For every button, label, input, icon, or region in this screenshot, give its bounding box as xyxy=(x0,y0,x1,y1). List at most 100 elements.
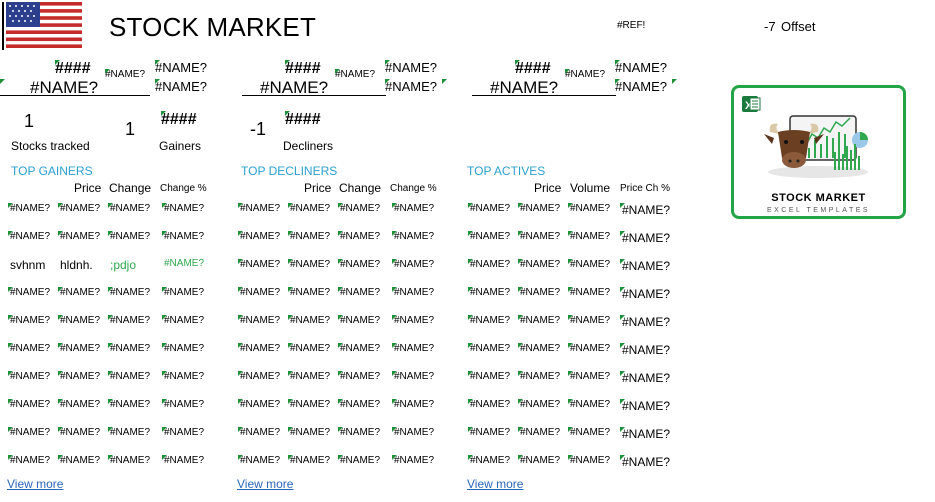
actives-view-more-link[interactable]: View more xyxy=(467,477,523,491)
actives-cell-r1-c1: #NAME? xyxy=(468,203,511,214)
actives-cell-r6-c4: #NAME? xyxy=(620,343,671,357)
cell-cursor xyxy=(2,2,4,50)
decliners-cell-r7-c3: #NAME? xyxy=(338,371,381,382)
ref-error: #REF! xyxy=(617,20,646,31)
index-change-2: #NAME? xyxy=(335,69,376,80)
gainers-cell-r6-c3: #NAME? xyxy=(108,343,151,354)
actives-cell-r4-c1: #NAME? xyxy=(468,287,511,298)
decliners-view-more-link[interactable]: View more xyxy=(237,477,293,491)
index-value-top-1: #NAME? xyxy=(155,60,208,75)
gainers-cell-r10-c3: #NAME? xyxy=(108,455,151,466)
page-title: STOCK MARKET xyxy=(109,12,317,42)
gainers-cell-r2-c3: #NAME? xyxy=(108,231,151,242)
decliners-cell-r3-c3: #NAME? xyxy=(338,259,381,270)
decliners-cell-r8-c4: #NAME? xyxy=(392,399,435,410)
actives-cell-r6-c1: #NAME? xyxy=(468,343,511,354)
decliners-cell-r9-c2: #NAME? xyxy=(288,427,331,438)
decliners-cell-r3-c4: #NAME? xyxy=(392,259,435,270)
index-value-bottom-1: #NAME? xyxy=(155,79,208,94)
decliners-header-change: Change xyxy=(339,181,382,195)
decliners-cell-r5-c1: #NAME? xyxy=(238,315,281,326)
actives-cell-r2-c2: #NAME? xyxy=(518,231,561,242)
decliners-cell-r1-c1: #NAME? xyxy=(238,203,281,214)
decliners-header-change-pct: Change % xyxy=(390,183,437,194)
actives-cell-r9-c1: #NAME? xyxy=(468,427,511,438)
gainers-cell-r10-c2: #NAME? xyxy=(58,455,101,466)
gainers-label: Gainers xyxy=(159,139,202,153)
actives-cell-r8-c4: #NAME? xyxy=(620,399,671,413)
decliners-label: Decliners xyxy=(283,139,334,153)
gainers-cell-r1-c3: #NAME? xyxy=(108,203,151,214)
gainers-cell-r4-c4: #NAME? xyxy=(162,287,205,298)
actives-header-volume: Volume xyxy=(570,181,611,195)
actives-cell-r8-c3: #NAME? xyxy=(568,399,611,410)
decliners-cell-r2-c3: #NAME? xyxy=(338,231,381,242)
gainers-cell-r1-c2: #NAME? xyxy=(58,203,101,214)
decliners-cell-r10-c4: #NAME? xyxy=(392,455,435,466)
actives-cell-r10-c1: #NAME? xyxy=(468,455,511,466)
actives-cell-r10-c4: #NAME? xyxy=(620,455,671,469)
actives-cell-r2-c3: #NAME? xyxy=(568,231,611,242)
index-hash-2: #### xyxy=(285,60,321,77)
decliners-cell-r9-c1: #NAME? xyxy=(238,427,281,438)
decliners-cell-r6-c2: #NAME? xyxy=(288,343,331,354)
gainers-cell-r2-c2: #NAME? xyxy=(58,231,101,242)
actives-cell-r5-c1: #NAME? xyxy=(468,315,511,326)
template-logo-card[interactable]: X STOCK MARKET EXCEL TEMPLATES xyxy=(731,85,906,219)
decliners-cell-r6-c1: #NAME? xyxy=(238,343,281,354)
decliners-cell-r3-c2: #NAME? xyxy=(288,259,331,270)
decliners-cell-r7-c1: #NAME? xyxy=(238,371,281,382)
gainers-cell-r6-c1: #NAME? xyxy=(8,343,51,354)
actives-cell-r2-c1: #NAME? xyxy=(468,231,511,242)
decliners-cell-r6-c3: #NAME? xyxy=(338,343,381,354)
gainers-cell-r6-c4: #NAME? xyxy=(162,343,205,354)
index-hash-3: #### xyxy=(515,60,551,77)
logo-subtitle: EXCEL TEMPLATES xyxy=(766,207,871,214)
decliners-cell-r8-c1: #NAME? xyxy=(238,399,281,410)
decliners-cell-r1-c3: #NAME? xyxy=(338,203,381,214)
gainers-view-more-link[interactable]: View more xyxy=(7,477,63,491)
actives-cell-r6-c3: #NAME? xyxy=(568,343,611,354)
gainers-cell-r5-c2: #NAME? xyxy=(58,315,101,326)
gainers-value: 1 xyxy=(125,119,136,139)
decliners-cell-r8-c3: #NAME? xyxy=(338,399,381,410)
decliners-cell-r5-c4: #NAME? xyxy=(392,315,435,326)
gainers-cell-r7-c3: #NAME? xyxy=(108,371,151,382)
gainers-header-change-pct: Change % xyxy=(160,183,207,194)
actives-cell-r5-c2: #NAME? xyxy=(518,315,561,326)
cell-comment-marker xyxy=(442,79,448,85)
decliners-cell-r10-c1: #NAME? xyxy=(238,455,281,466)
stocks-tracked-label: Stocks tracked xyxy=(11,139,90,153)
actives-cell-r1-c2: #NAME? xyxy=(518,203,561,214)
actives-cell-r2-c4: #NAME? xyxy=(620,231,671,245)
decliners-cell-r9-c4: #NAME? xyxy=(392,427,435,438)
stocks-tracked-value: 1 xyxy=(24,111,35,131)
actives-cell-r4-c3: #NAME? xyxy=(568,287,611,298)
actives-cell-r7-c1: #NAME? xyxy=(468,371,511,382)
offset-label: Offset xyxy=(781,19,816,34)
top-gainers-title: TOP GAINERS xyxy=(11,164,93,178)
decliners-cell-r4-c2: #NAME? xyxy=(288,287,331,298)
bull-chart-illustration-icon: X xyxy=(742,96,868,178)
actives-cell-r3-c2: #NAME? xyxy=(518,259,561,270)
gainers-cell-r1-c1: #NAME? xyxy=(8,203,51,214)
gainers-cell-r5-c1: #NAME? xyxy=(8,315,51,326)
gainers-cell-r4-c3: #NAME? xyxy=(108,287,151,298)
gainers-cell-r4-c2: #NAME? xyxy=(58,287,101,298)
gainers-cell-r8-c3: #NAME? xyxy=(108,399,151,410)
gainers-cell-r2-c4: #NAME? xyxy=(162,231,205,242)
gainers-cell-r10-c1: #NAME? xyxy=(8,455,51,466)
offset-value[interactable]: -7 xyxy=(764,19,776,34)
index-underline-3 xyxy=(472,95,616,96)
gainers-cell-r5-c3: #NAME? xyxy=(108,315,151,326)
gainers-cell-r8-c2: #NAME? xyxy=(58,399,101,410)
gainers-cell-r3-c1: svhnm xyxy=(10,258,46,272)
cell-comment-marker xyxy=(672,79,678,85)
top-decliners-title: TOP DECLINERS xyxy=(241,164,338,178)
decliners-cell-r4-c3: #NAME? xyxy=(338,287,381,298)
decliners-cell-r5-c3: #NAME? xyxy=(338,315,381,326)
actives-cell-r4-c2: #NAME? xyxy=(518,287,561,298)
actives-cell-r1-c3: #NAME? xyxy=(568,203,611,214)
gainers-cell-r8-c4: #NAME? xyxy=(162,399,205,410)
gainers-cell-r10-c4: #NAME? xyxy=(162,455,205,466)
